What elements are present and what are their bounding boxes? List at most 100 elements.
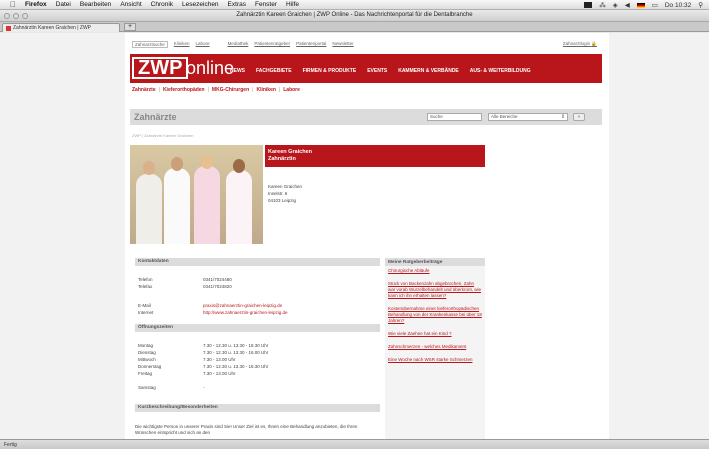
nav-firmen-produkte[interactable]: FIRMEN & PRODUKTE bbox=[303, 68, 357, 74]
subnav-zahnaerzte[interactable]: Zahnärzte bbox=[132, 87, 156, 93]
volume-icon[interactable]: ◀ bbox=[625, 1, 630, 9]
nav-kammern-verbaende[interactable]: KAMMERN & VERBÄNDE bbox=[398, 68, 459, 74]
status-bar: Fertig bbox=[0, 439, 709, 449]
subnav-separator: | bbox=[158, 87, 160, 93]
sidebar-link[interactable]: Stück von Backenzahn abgebrochen, Zahn w… bbox=[385, 274, 485, 299]
wifi-icon[interactable]: ◈ bbox=[613, 1, 618, 9]
bluetooth-icon[interactable]: ⁂ bbox=[599, 1, 606, 9]
subnav-separator: | bbox=[252, 87, 254, 93]
email-link[interactable]: praxis@zahnaerztin-graichen-leipzig.de bbox=[203, 303, 282, 308]
menu-hilfe[interactable]: Hilfe bbox=[286, 1, 299, 8]
address-line: 04103 Leipzig bbox=[268, 198, 297, 203]
breadcrumb: ZWP | Zahnärzte Kareen Graichen bbox=[132, 133, 194, 138]
advice-sidebar: Meine Ratgeberbeiträge Chirurgische Ablä… bbox=[385, 258, 485, 439]
hours-time: - bbox=[203, 385, 205, 390]
address-line: Inselstr. 6 bbox=[268, 191, 288, 196]
hours-day: Samstag bbox=[138, 385, 156, 390]
hours-time: 7.30 - 12.30 u. 13.30 - 18.30 Uhr bbox=[203, 343, 269, 348]
nav-aus-weiterbildung[interactable]: AUS- & WEITERBILDUNG bbox=[470, 68, 531, 74]
description-text: Die wichtigste Person in unserer Praxis … bbox=[135, 424, 358, 435]
website-link[interactable]: http://www.zahnaerztin-graichen-leipzig.… bbox=[203, 310, 288, 315]
subnav-kliniken[interactable]: Kliniken bbox=[256, 87, 275, 93]
spotlight-icon[interactable]: ⚲ bbox=[698, 1, 703, 9]
header-bar: ZWP online NEWS FACHGEBIETE FIRMEN & PRO… bbox=[130, 54, 602, 83]
search-input[interactable]: Suche bbox=[427, 113, 482, 121]
sidebar-link[interactable]: Kostenübernahme einer kieferorthopädisch… bbox=[385, 299, 485, 324]
menu-chronik[interactable]: Chronik bbox=[151, 1, 173, 8]
site-logo-online[interactable]: online bbox=[186, 58, 234, 78]
screen-icon[interactable] bbox=[584, 2, 593, 8]
hours-header: Öffnungszeiten bbox=[135, 324, 380, 332]
top-link-labore[interactable]: Labore bbox=[196, 41, 210, 48]
menu-app-name[interactable]: Firefox bbox=[25, 1, 47, 8]
tab-bar: Zahnärztin Kareen Graichen | ZWP + bbox=[0, 22, 709, 32]
photo-figure bbox=[136, 174, 162, 244]
menu-bearbeiten[interactable]: Bearbeiten bbox=[80, 1, 111, 8]
hours-day: Donnerstag bbox=[138, 364, 162, 369]
hours-time: 7.30 - 12.30 u. 13.30 - 16.00 Uhr bbox=[203, 350, 269, 355]
browser-tab[interactable]: Zahnärztin Kareen Graichen | ZWP bbox=[2, 23, 120, 32]
top-link-mediathek[interactable]: Mediathek bbox=[228, 41, 249, 48]
menubar-status-area: ⁂ ◈ ◀ ▭ Do 10:32 ⚲ bbox=[584, 1, 703, 9]
team-photo bbox=[130, 145, 263, 244]
window-titlebar: Zahnärztin Kareen Graichen | ZWP Online … bbox=[0, 10, 709, 22]
profile-address: Kareen Graichen Inselstr. 6 04103 Leipzi… bbox=[268, 183, 302, 204]
hours-time: 7.30 - 13.00 Uhr bbox=[203, 357, 236, 362]
search-button[interactable]: » bbox=[573, 113, 585, 121]
clock[interactable]: Do 10:32 bbox=[665, 2, 691, 9]
top-link-patientenratgeber[interactable]: Patientenratgeber bbox=[254, 41, 290, 48]
menu-datei[interactable]: Datei bbox=[56, 1, 71, 8]
contact-header: Kontaktdaten bbox=[135, 258, 380, 266]
section-bar: Zahnärzte Suche Alle Bereiche ⇕ » bbox=[130, 109, 602, 125]
contact-value: 0341/7024480 bbox=[203, 277, 232, 282]
sidebar-link[interactable]: Chirurgische Abläufe bbox=[385, 266, 485, 274]
language-flag-icon[interactable] bbox=[636, 2, 645, 8]
nav-events[interactable]: EVENTS bbox=[367, 68, 387, 74]
profile-role: Zahnärztin bbox=[268, 156, 296, 162]
battery-icon[interactable]: ▭ bbox=[652, 1, 658, 9]
menu-extras[interactable]: Extras bbox=[228, 1, 246, 8]
subnav-mkg-chirurgen[interactable]: MKG-Chirurgen bbox=[212, 87, 249, 93]
top-link-zahnarztsuche[interactable]: Zahnarztsuche bbox=[132, 41, 168, 48]
subnav-labore[interactable]: Labore bbox=[283, 87, 300, 93]
menu-ansicht[interactable]: Ansicht bbox=[120, 1, 141, 8]
site-logo[interactable]: ZWP bbox=[132, 57, 189, 79]
sidebar-link[interactable]: Zahnschmerzen - welches Medikament bbox=[385, 337, 485, 350]
menu-fenster[interactable]: Fenster bbox=[255, 1, 277, 8]
photo-figure bbox=[194, 166, 220, 244]
login-link[interactable]: Zahnarztlogin 🔒 bbox=[563, 41, 597, 47]
description-header: Kurzbeschreibung/Besonderheiten bbox=[135, 404, 380, 412]
contact-label: E-Mail bbox=[138, 303, 151, 308]
select-arrow-icon: ⇕ bbox=[560, 114, 565, 120]
browser-viewport: Zahnarztsuche Kliniken Labore Mediathek … bbox=[0, 33, 709, 439]
sidebar-link[interactable]: Eine Woche nach WSR starke Schmerzen bbox=[385, 350, 485, 363]
area-select[interactable]: Alle Bereiche ⇕ bbox=[488, 113, 568, 121]
nav-fachgebiete[interactable]: FACHGEBIETE bbox=[256, 68, 292, 74]
top-link-newsletter[interactable]: Newsletter bbox=[332, 41, 353, 48]
hours-day: Freitag bbox=[138, 371, 153, 376]
photo-figure bbox=[164, 168, 190, 244]
hours-day: Montag bbox=[138, 343, 154, 348]
sidebar-link[interactable]: Wie viele Zaehne hat ein Kind ? bbox=[385, 324, 485, 337]
profile-name: Kareen Graichen bbox=[268, 149, 313, 155]
photo-figure bbox=[201, 155, 213, 169]
photo-figure bbox=[233, 159, 245, 173]
hours-day: Mittwoch bbox=[138, 357, 156, 362]
top-link-kliniken[interactable]: Kliniken bbox=[174, 41, 190, 48]
subnav-separator: | bbox=[207, 87, 209, 93]
contact-label: Internet bbox=[138, 310, 154, 315]
subnav-kieferorthopaeden[interactable]: Kieferorthopäden bbox=[163, 87, 205, 93]
apple-icon[interactable]:  bbox=[10, 0, 16, 9]
profile-name-bar: Kareen Graichen Zahnärztin bbox=[265, 145, 485, 167]
area-select-value: Alle Bereiche bbox=[491, 114, 518, 119]
sidebar-header: Meine Ratgeberbeiträge bbox=[385, 258, 485, 266]
os-menubar:  Firefox Datei Bearbeiten Ansicht Chron… bbox=[0, 0, 709, 10]
nav-news[interactable]: NEWS bbox=[230, 68, 245, 74]
hours-day: Dienstag bbox=[138, 350, 156, 355]
menu-lesezeichen[interactable]: Lesezeichen bbox=[182, 1, 219, 8]
address-line: Kareen Graichen bbox=[268, 184, 303, 189]
window-title: Zahnärztin Kareen Graichen | ZWP Online … bbox=[236, 12, 473, 18]
photo-figure bbox=[226, 170, 252, 244]
top-link-patientenportal[interactable]: Patientenportal bbox=[296, 41, 326, 48]
new-tab-button[interactable]: + bbox=[124, 23, 136, 31]
